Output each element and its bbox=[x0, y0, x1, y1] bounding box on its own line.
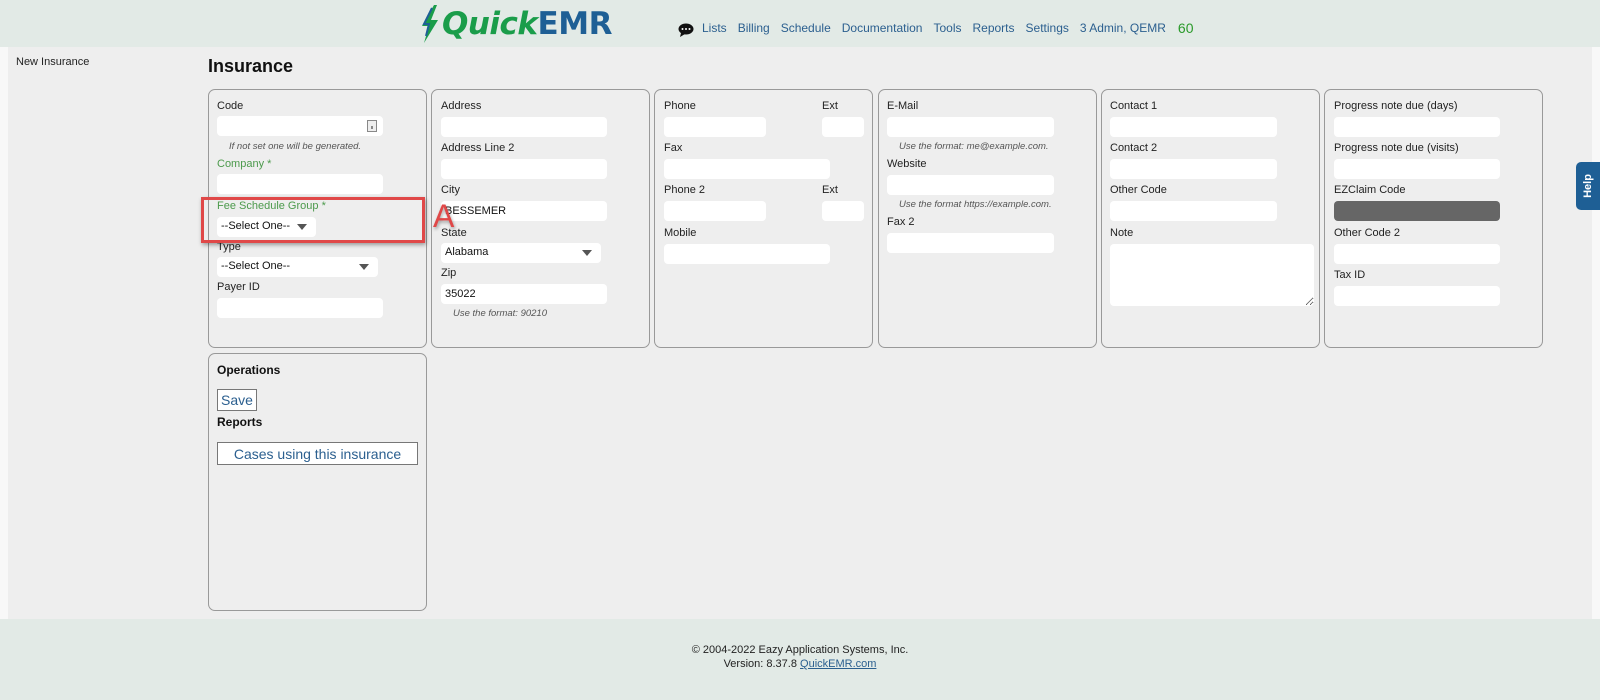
nav-user-menu[interactable]: 3 Admin, QEMR bbox=[1080, 21, 1166, 35]
operations-title: Operations bbox=[217, 363, 281, 377]
ezclaim-code-label: EZClaim Code bbox=[1334, 184, 1406, 196]
nav-schedule[interactable]: Schedule bbox=[781, 21, 831, 35]
fax-label: Fax bbox=[664, 142, 683, 154]
city-input[interactable] bbox=[441, 201, 607, 221]
ext-input[interactable] bbox=[822, 117, 864, 137]
phone-label: Phone bbox=[664, 100, 696, 112]
company-label: Company * bbox=[217, 158, 272, 170]
copyright-text: © 2004-2022 Eazy Application Systems, In… bbox=[691, 644, 909, 656]
address-input[interactable] bbox=[441, 117, 607, 137]
chevron-down-icon bbox=[359, 264, 369, 270]
left-gutter bbox=[0, 47, 8, 619]
chevron-down-icon bbox=[582, 250, 592, 256]
sidebar-new-insurance[interactable]: New Insurance bbox=[16, 56, 89, 68]
note-label: Note bbox=[1110, 227, 1134, 239]
save-button[interactable]: Save bbox=[217, 389, 257, 411]
footer: © 2004-2022 Eazy Application Systems, In… bbox=[0, 619, 1600, 700]
phone-input[interactable] bbox=[664, 117, 766, 137]
payer-id-label: Payer ID bbox=[217, 281, 260, 293]
generate-code-icon[interactable] bbox=[367, 120, 377, 132]
nav-billing[interactable]: Billing bbox=[738, 21, 770, 35]
email-label: E-Mail bbox=[887, 100, 919, 112]
version-text: Version: 8.37.8 bbox=[723, 658, 797, 670]
fax-2-input[interactable] bbox=[887, 233, 1054, 253]
ext-label: Ext bbox=[822, 100, 838, 112]
nav-lists[interactable]: Lists bbox=[702, 21, 727, 35]
zip-label: Zip bbox=[441, 267, 457, 279]
type-value: --Select One-- bbox=[221, 260, 291, 272]
chat-bubble-icon[interactable] bbox=[678, 23, 694, 37]
mobile-input[interactable] bbox=[664, 244, 830, 264]
code-hint: If not set one will be generated. bbox=[229, 141, 362, 152]
city-label: City bbox=[441, 184, 460, 196]
ext-2-input[interactable] bbox=[822, 201, 864, 221]
contact-2-label: Contact 2 bbox=[1110, 142, 1158, 154]
website-hint: Use the format https://example.com. bbox=[899, 199, 1052, 210]
cases-using-insurance-button[interactable]: Cases using this insurance bbox=[217, 442, 418, 465]
page-title: Insurance bbox=[208, 56, 294, 76]
other-code-label: Other Code bbox=[1110, 184, 1167, 196]
progress-note-visits-label: Progress note due (visits) bbox=[1334, 142, 1459, 154]
website-label: Website bbox=[887, 158, 927, 170]
state-select[interactable]: Alabama bbox=[441, 243, 601, 263]
version-line: Version: 8.37.8 QuickEMR.com bbox=[0, 658, 1600, 670]
payer-id-input[interactable] bbox=[217, 298, 383, 318]
nav-tools[interactable]: Tools bbox=[933, 21, 961, 35]
code-input[interactable] bbox=[217, 116, 383, 136]
annotation-label: A bbox=[433, 198, 455, 234]
main-nav: Lists Billing Schedule Documentation Too… bbox=[678, 19, 1193, 37]
quickemr-logo[interactable]: Quick EMR bbox=[418, 4, 612, 44]
progress-note-days-label: Progress note due (days) bbox=[1334, 100, 1458, 112]
company-input[interactable] bbox=[217, 174, 383, 194]
address-line-2-label: Address Line 2 bbox=[441, 142, 515, 154]
phone-2-label: Phone 2 bbox=[664, 184, 705, 196]
address-label: Address bbox=[441, 100, 482, 112]
note-textarea[interactable] bbox=[1110, 244, 1314, 306]
zip-input[interactable] bbox=[441, 284, 607, 304]
phone-2-input[interactable] bbox=[664, 201, 766, 221]
address-line-2-input[interactable] bbox=[441, 159, 607, 179]
mobile-label: Mobile bbox=[664, 227, 697, 239]
progress-note-days-input[interactable] bbox=[1334, 117, 1500, 137]
contact-2-input[interactable] bbox=[1110, 159, 1277, 179]
help-tab[interactable]: Help bbox=[1576, 162, 1600, 210]
quickemr-link[interactable]: QuickEMR.com bbox=[800, 658, 876, 670]
zip-hint: Use the format: 90210 bbox=[453, 308, 547, 319]
code-input-wrap bbox=[217, 116, 383, 136]
contact-1-input[interactable] bbox=[1110, 117, 1277, 137]
annotation-highlight-box bbox=[201, 197, 425, 243]
notification-count[interactable]: 60 bbox=[1178, 20, 1194, 36]
contact-1-label: Contact 1 bbox=[1110, 100, 1158, 112]
email-input[interactable] bbox=[887, 117, 1054, 137]
website-input[interactable] bbox=[887, 175, 1054, 195]
tax-id-label: Tax ID bbox=[1334, 269, 1366, 281]
email-hint: Use the format: me@example.com. bbox=[899, 141, 1049, 152]
tax-id-input[interactable] bbox=[1334, 286, 1500, 306]
other-code-2-label: Other Code 2 bbox=[1334, 227, 1401, 239]
type-select[interactable]: --Select One-- bbox=[217, 257, 378, 277]
fax-2-label: Fax 2 bbox=[887, 216, 915, 228]
nav-reports[interactable]: Reports bbox=[972, 21, 1014, 35]
logo-emr-text: EMR bbox=[537, 6, 613, 42]
ezclaim-code-input bbox=[1334, 201, 1500, 221]
other-code-input[interactable] bbox=[1110, 201, 1277, 221]
help-label: Help bbox=[1582, 174, 1594, 198]
ext-2-label: Ext bbox=[822, 184, 838, 196]
nav-documentation[interactable]: Documentation bbox=[842, 21, 923, 35]
progress-note-visits-input[interactable] bbox=[1334, 159, 1500, 179]
reports-title: Reports bbox=[217, 415, 263, 429]
state-value: Alabama bbox=[445, 246, 489, 258]
fax-input[interactable] bbox=[664, 159, 830, 179]
nav-settings[interactable]: Settings bbox=[1026, 21, 1069, 35]
top-header: Quick EMR Lists Billing Schedule Document… bbox=[0, 0, 1600, 47]
right-gutter bbox=[1592, 47, 1600, 619]
logo-quick-text: Quick bbox=[442, 6, 538, 42]
other-code-2-input[interactable] bbox=[1334, 244, 1500, 264]
code-label: Code bbox=[217, 100, 244, 112]
lightning-bolt-icon bbox=[422, 5, 438, 43]
